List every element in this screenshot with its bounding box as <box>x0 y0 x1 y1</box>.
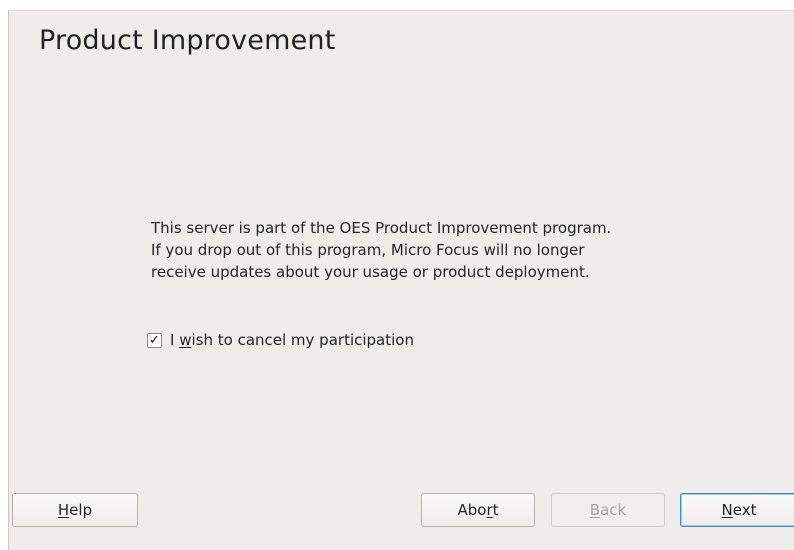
help-label-mnemonic: H <box>57 501 70 519</box>
help-label-suffix: elp <box>69 501 93 519</box>
description-line: receive updates about your usage or prod… <box>151 263 590 281</box>
help-button[interactable]: Help <box>12 493 138 527</box>
back-button[interactable]: Back <box>551 493 665 527</box>
label-text-suffix: ish to cancel my participation <box>191 331 414 349</box>
dialog-window: Product Improvement This server is part … <box>8 10 794 550</box>
cancel-participation-label[interactable]: I wish to cancel my participation <box>170 331 414 349</box>
page-title: Product Improvement <box>39 25 336 56</box>
description-line: This server is part of the OES Product I… <box>151 219 612 237</box>
back-label-mnemonic: B <box>589 501 601 519</box>
next-button[interactable]: Next <box>680 493 794 527</box>
description-line: If you drop out of this program, Micro F… <box>151 241 585 259</box>
abort-button[interactable]: Abo r t <box>421 493 535 527</box>
label-mnemonic: w <box>179 331 192 349</box>
next-label-mnemonic: N <box>721 501 733 519</box>
abort-label-suffix: t <box>492 501 499 519</box>
next-label-suffix: ext <box>732 501 757 519</box>
back-label-suffix: ack <box>600 501 627 519</box>
checkmark-icon: ✓ <box>149 332 160 348</box>
label-text-prefix: I <box>170 331 180 349</box>
description-text: This server is part of the OES Product I… <box>151 217 711 283</box>
cancel-participation-checkbox-row[interactable]: ✓ I wish to cancel my participation <box>147 331 414 349</box>
cancel-participation-checkbox[interactable]: ✓ <box>147 332 162 348</box>
abort-label-prefix: Abo <box>457 501 487 519</box>
